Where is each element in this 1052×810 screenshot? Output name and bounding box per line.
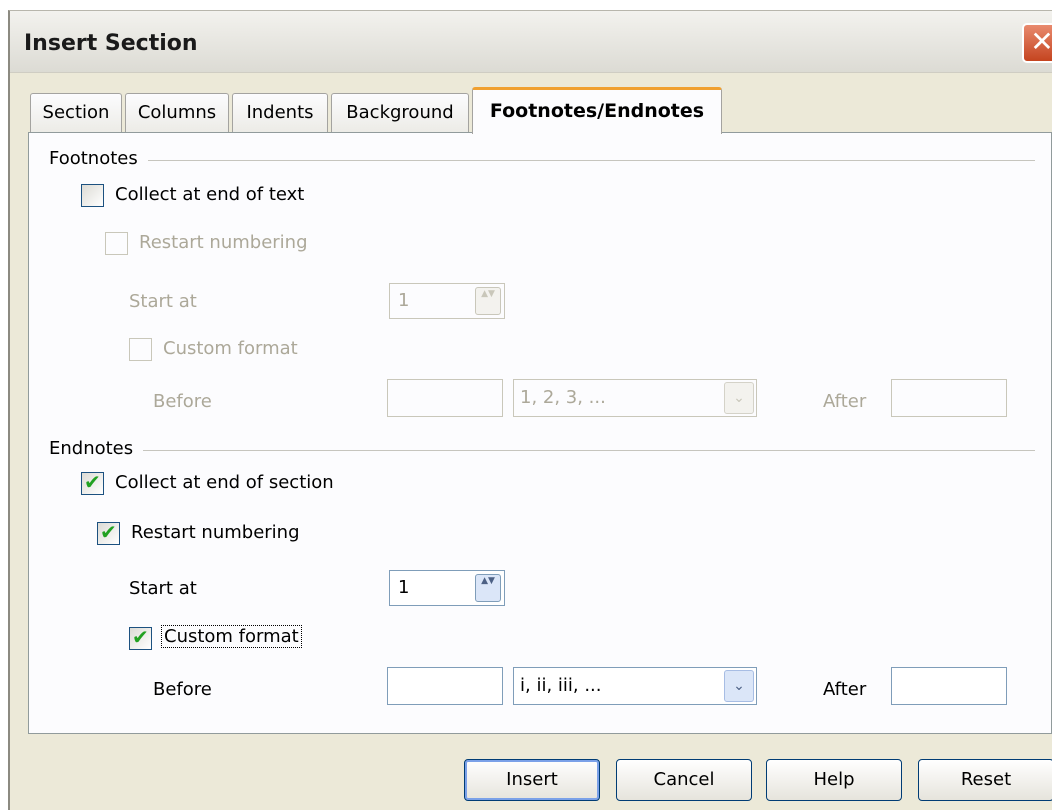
endnotes-after-field[interactable] — [891, 667, 1007, 705]
endnotes-collect-checkbox[interactable]: ✔ — [81, 470, 104, 495]
footnotes-format-value: 1, 2, 3, ... — [520, 387, 606, 408]
footnotes-after-field[interactable] — [891, 379, 1007, 417]
endnotes-after-label: After — [823, 679, 867, 700]
footnotes-start-label: Start at — [129, 291, 197, 312]
footnotes-after-label: After — [823, 391, 867, 412]
tab-section[interactable]: Section — [30, 93, 122, 133]
endnotes-custom-format-label: Custom format — [161, 625, 302, 648]
endnotes-start-label: Start at — [129, 578, 197, 599]
endnotes-divider — [49, 450, 1035, 451]
footnotes-restart-checkbox[interactable] — [105, 232, 128, 255]
check-icon: ✔ — [84, 470, 101, 494]
reset-button[interactable]: Reset — [918, 759, 1052, 801]
tab-footnotes-endnotes[interactable]: Footnotes/Endnotes — [472, 87, 722, 134]
footnotes-before-field[interactable] — [387, 379, 503, 417]
reset-button-label: Reset — [960, 769, 1012, 790]
dialog-title: Insert Section — [24, 31, 198, 56]
footnotes-custom-format-label: Custom format — [163, 338, 298, 359]
tab-label: Section — [42, 102, 110, 123]
tab-label: Indents — [246, 102, 314, 123]
title-bar: Insert Section ✕ — [10, 11, 1052, 73]
tab-label: Columns — [137, 102, 217, 123]
footnotes-divider — [49, 160, 1035, 161]
endnotes-start-spinner[interactable]: 1 ▲▼ — [389, 570, 505, 606]
footnotes-start-spinner[interactable]: 1 ▲▼ — [389, 283, 505, 319]
dropdown-arrow-icon[interactable]: ⌄ — [724, 382, 754, 414]
endnotes-before-field[interactable] — [387, 667, 503, 705]
footnotes-collect-label: Collect at end of text — [115, 184, 305, 205]
endnotes-restart-label: Restart numbering — [131, 522, 300, 543]
cancel-button-label: Cancel — [653, 769, 715, 790]
footnotes-before-label: Before — [153, 391, 212, 412]
spin-arrows-icon[interactable]: ▲▼ — [475, 574, 501, 602]
endnotes-group-label: Endnotes — [49, 438, 144, 459]
insert-button[interactable]: Insert — [464, 759, 600, 801]
spin-arrows-icon[interactable]: ▲▼ — [475, 287, 501, 315]
endnotes-start-value: 1 — [398, 577, 410, 598]
close-icon: ✕ — [1030, 25, 1052, 58]
endnotes-before-label: Before — [153, 679, 212, 700]
footnotes-custom-format-checkbox[interactable] — [129, 338, 152, 361]
endnotes-format-value: i, ii, iii, ... — [520, 675, 602, 696]
endnotes-format-select[interactable]: i, ii, iii, ... ⌄ — [513, 667, 757, 705]
insert-section-dialog: Insert Section ✕ Section Columns Indents… — [8, 10, 1052, 810]
tab-label: Footnotes/Endnotes — [489, 100, 705, 122]
endnotes-collect-label: Collect at end of section — [115, 472, 334, 493]
tab-panel: Footnotes Collect at end of text Restart… — [28, 132, 1052, 734]
footnotes-collect-checkbox[interactable] — [81, 184, 104, 207]
tab-background[interactable]: Background — [331, 93, 469, 133]
tab-indents[interactable]: Indents — [232, 93, 328, 133]
tab-label: Background — [346, 102, 454, 123]
check-icon: ✔ — [132, 625, 149, 649]
endnotes-restart-checkbox[interactable]: ✔ — [97, 520, 120, 545]
cancel-button[interactable]: Cancel — [616, 759, 752, 801]
help-button[interactable]: Help — [766, 759, 902, 801]
endnotes-custom-format-checkbox[interactable]: ✔ — [129, 625, 152, 650]
check-icon: ✔ — [100, 520, 117, 544]
footnotes-format-select[interactable]: 1, 2, 3, ... ⌄ — [513, 379, 757, 417]
footnotes-start-value: 1 — [398, 290, 410, 311]
insert-button-label: Insert — [506, 769, 558, 790]
dropdown-arrow-icon[interactable]: ⌄ — [724, 670, 754, 702]
tab-columns[interactable]: Columns — [125, 93, 229, 133]
close-button[interactable]: ✕ — [1022, 23, 1052, 63]
footnotes-restart-label: Restart numbering — [139, 232, 308, 253]
help-button-label: Help — [813, 769, 855, 790]
footnotes-group-label: Footnotes — [49, 148, 148, 169]
